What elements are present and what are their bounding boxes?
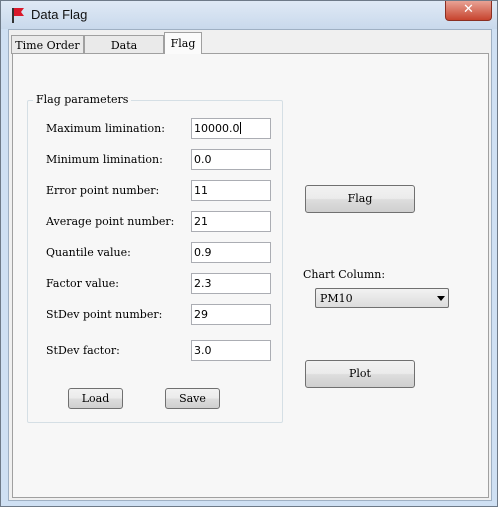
minimum-limination-label: Minimum limination: <box>46 153 163 166</box>
load-button[interactable]: Load <box>68 388 123 409</box>
factor-value-input[interactable]: 2.3 <box>191 273 271 294</box>
error-point-number-label: Error point number: <box>46 184 160 197</box>
tab-data-columns[interactable]: Data Columns <box>84 35 164 71</box>
minimum-limination-input[interactable]: 0.0 <box>191 149 271 170</box>
tab-flag[interactable]: Flag <box>164 32 202 54</box>
stdev-point-number-input[interactable]: 29 <box>191 304 271 325</box>
quantile-value-label: Quantile value: <box>46 246 131 259</box>
stdev-point-number-label: StDev point number: <box>46 308 163 321</box>
tab-label: Flag <box>170 37 196 50</box>
group-title: Flag parameters <box>33 93 132 106</box>
app-window: Data Flag ✕ Time Order Data Columns Flag… <box>0 0 498 507</box>
window-title: Data Flag <box>31 7 88 22</box>
stdev-factor-input[interactable]: 3.0 <box>191 340 271 361</box>
client-area: Time Order Data Columns Flag Flag parame… <box>8 29 492 501</box>
plot-button[interactable]: Plot <box>305 360 415 388</box>
average-point-number-input[interactable]: 21 <box>191 211 271 232</box>
chart-column-label: Chart Column: <box>303 268 386 281</box>
stdev-factor-label: StDev factor: <box>46 344 120 357</box>
tab-label: Time Order <box>15 39 80 52</box>
flag-panel: Flag parameters Maximum limination: 1000… <box>12 53 489 498</box>
chevron-down-icon <box>437 296 445 301</box>
close-button[interactable]: ✕ <box>445 1 492 21</box>
quantile-value-input[interactable]: 0.9 <box>191 242 271 263</box>
average-point-number-label: Average point number: <box>46 215 175 228</box>
save-button[interactable]: Save <box>165 388 220 409</box>
maximum-limination-input[interactable]: 10000.0 <box>191 118 271 139</box>
flag-button[interactable]: Flag <box>305 185 415 213</box>
maximum-limination-label: Maximum limination: <box>46 122 165 135</box>
close-icon: ✕ <box>463 2 474 17</box>
title-bar[interactable]: Data Flag ✕ <box>1 1 497 29</box>
flag-icon <box>12 8 24 23</box>
chart-column-select[interactable]: PM10 <box>315 288 449 308</box>
tab-time-order[interactable]: Time Order <box>11 35 84 54</box>
error-point-number-input[interactable]: 11 <box>191 180 271 201</box>
text-cursor <box>239 122 241 134</box>
chart-column-value: PM10 <box>320 292 353 305</box>
factor-value-label: Factor value: <box>46 277 119 290</box>
